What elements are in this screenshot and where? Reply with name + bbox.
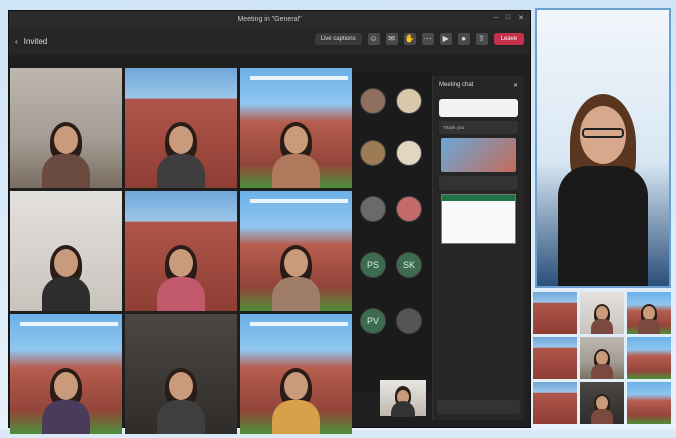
chat-message: Thank you [439,121,518,134]
minimize-icon[interactable]: – [494,14,498,22]
participant-video [42,245,90,311]
presenter-thumbnail[interactable] [380,380,426,417]
back-label[interactable]: Invited [24,37,48,46]
video-grid [10,68,352,438]
video-thumbnail[interactable] [580,292,624,334]
video-tile[interactable] [125,68,237,188]
leave-button[interactable]: Leave [493,33,524,45]
video-thumbnail[interactable] [627,382,671,424]
participant-avatar[interactable] [356,88,390,114]
camera-icon[interactable]: ▶ [439,33,452,45]
participant-avatar[interactable]: PV [356,308,390,334]
avatar-initials: PS [360,252,386,278]
school-banner-graphic [250,199,348,203]
avatar-initials: PV [360,308,386,334]
video-tile[interactable] [240,191,352,311]
chat-icon[interactable]: ✉ [385,33,398,45]
video-thumbnail[interactable] [533,382,577,424]
video-thumbnail[interactable] [580,337,624,379]
school-banner-graphic [250,76,348,80]
maximize-icon[interactable]: □ [506,14,510,22]
participant-avatar[interactable] [392,196,426,222]
participant-video [391,386,415,417]
chat-image-attachment[interactable] [441,138,516,172]
avatar-initials: SK [396,252,422,278]
participant-avatar[interactable] [356,196,390,222]
screenshot-frame: Meeting in "General" – □ ✕ ‹ Invited Liv… [0,0,676,434]
chat-message-text: Thank you [443,125,465,130]
chat-file-attachment[interactable] [439,176,518,190]
more-options-icon[interactable]: ⋯ [421,33,434,45]
chat-input[interactable] [437,400,520,414]
participant-video [42,122,90,188]
video-tile[interactable] [125,191,237,311]
glasses-graphic [582,128,624,138]
title-bar: Meeting in "General" – □ ✕ [9,11,530,27]
participant-avatar[interactable] [392,140,426,166]
video-thumbnail[interactable] [627,337,671,379]
chat-title: Meeting chat [439,82,474,88]
window-title: Meeting in "General" [237,15,302,23]
video-tile[interactable] [10,314,122,434]
close-icon[interactable]: ✕ [518,14,524,22]
chat-message [439,99,518,117]
back-icon[interactable]: ‹ [15,37,18,46]
participant-video [157,122,205,188]
participant-avatar[interactable]: SK [392,252,426,278]
video-thumbnail[interactable] [533,292,577,334]
meeting-toolbar: ‹ Invited Live captions ☺ ✉ ✋ ⋯ ▶ ● ⇪ Le… [9,27,530,55]
video-tile[interactable] [240,314,352,434]
share-icon[interactable]: ⇪ [475,33,488,45]
participant-avatar[interactable] [392,308,426,334]
meeting-chat-panel: Meeting chat ✕ Thank you [432,76,524,420]
participant-video [272,368,320,434]
video-thumbnail[interactable] [580,382,624,424]
school-banner-graphic [250,322,348,326]
gallery-thumbnails [533,292,673,426]
participant-video [272,245,320,311]
participant-video [157,245,205,311]
spreadsheet-attachment[interactable] [441,194,516,244]
video-tile[interactable] [125,314,237,434]
video-thumbnail[interactable] [627,292,671,334]
mic-icon[interactable]: ● [457,33,470,45]
participants-panel: PS SK PV [352,72,432,392]
live-captions-button[interactable]: Live captions [314,33,362,45]
participant-avatar[interactable] [392,88,426,114]
window-controls: – □ ✕ [494,14,524,22]
raise-hand-icon[interactable]: ✋ [403,33,416,45]
participant-video [157,368,205,434]
school-banner-graphic [20,322,118,326]
host-video[interactable] [535,8,671,288]
video-tile[interactable] [10,191,122,311]
participant-video [42,368,90,434]
participant-avatar[interactable] [356,140,390,166]
video-tile[interactable] [240,68,352,188]
participant-video [558,86,648,286]
video-tile[interactable] [10,68,122,188]
close-icon[interactable]: ✕ [513,82,518,89]
participant-avatar[interactable]: PS [356,252,390,278]
people-icon[interactable]: ☺ [367,33,380,45]
participant-video [272,122,320,188]
video-thumbnail[interactable] [533,337,577,379]
